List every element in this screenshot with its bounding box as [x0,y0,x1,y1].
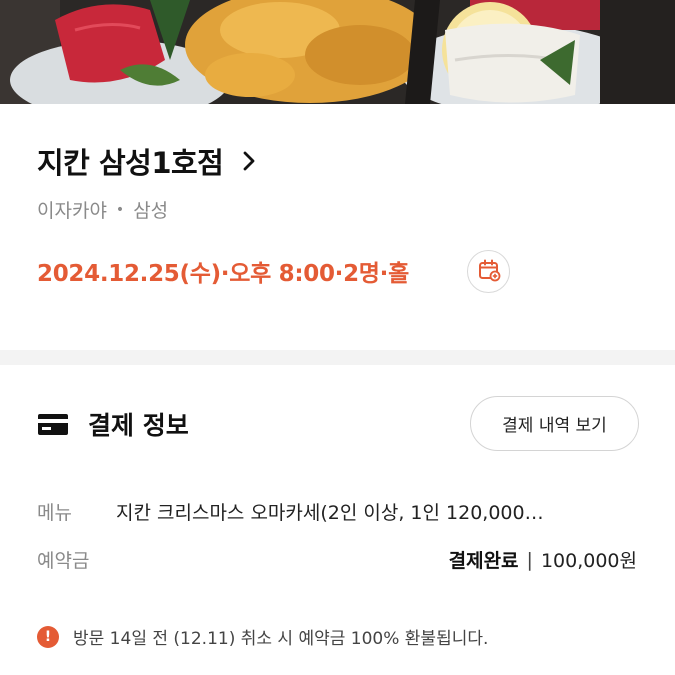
restaurant-meta: 이자카야 • 삼성 [37,196,168,223]
hero-food-photo [0,0,675,104]
restaurant-title-link[interactable]: 지칸 삼성1호점 [37,140,257,182]
menu-value: 지칸 크리스마스 오마카세(2인 이상, 1인 120,000… [116,502,544,524]
payment-history-button[interactable]: 결제 내역 보기 [470,396,639,451]
info-icon: ! [37,625,59,648]
deposit-separator: | [526,548,533,571]
restaurant-area: 삼성 [133,200,169,222]
reservation-summary: 2024.12.25(수)·오후 8:00·2명·홀 [37,261,409,287]
reservation-info: 2024.12.25(수)·오후 8:00·2명·홀 [37,254,409,288]
refund-notice: ! 방문 14일 전 (12.11) 취소 시 예약금 100% 환불됩니다. [37,624,488,649]
credit-card-icon [38,413,68,435]
deposit-label: 예약금 [37,550,90,572]
refund-notice-text: 방문 14일 전 (12.11) 취소 시 예약금 100% 환불됩니다. [73,629,489,649]
add-to-calendar-button[interactable] [467,250,510,293]
section-divider [0,350,675,365]
meta-separator: • [115,201,125,218]
menu-label: 메뉴 [37,502,72,524]
deposit-info: 결제완료 | 100,000원 [449,546,637,573]
restaurant-name: 지칸 삼성1호점 [37,146,224,180]
calendar-add-icon [477,258,501,286]
chevron-right-icon [241,150,257,172]
deposit-amount: 100,000원 [540,550,637,572]
deposit-status: 결제완료 [448,550,519,572]
payment-section-header: 결제 정보 [38,406,189,442]
restaurant-category: 이자카야 [37,200,107,222]
section-title: 결제 정보 [88,411,189,440]
